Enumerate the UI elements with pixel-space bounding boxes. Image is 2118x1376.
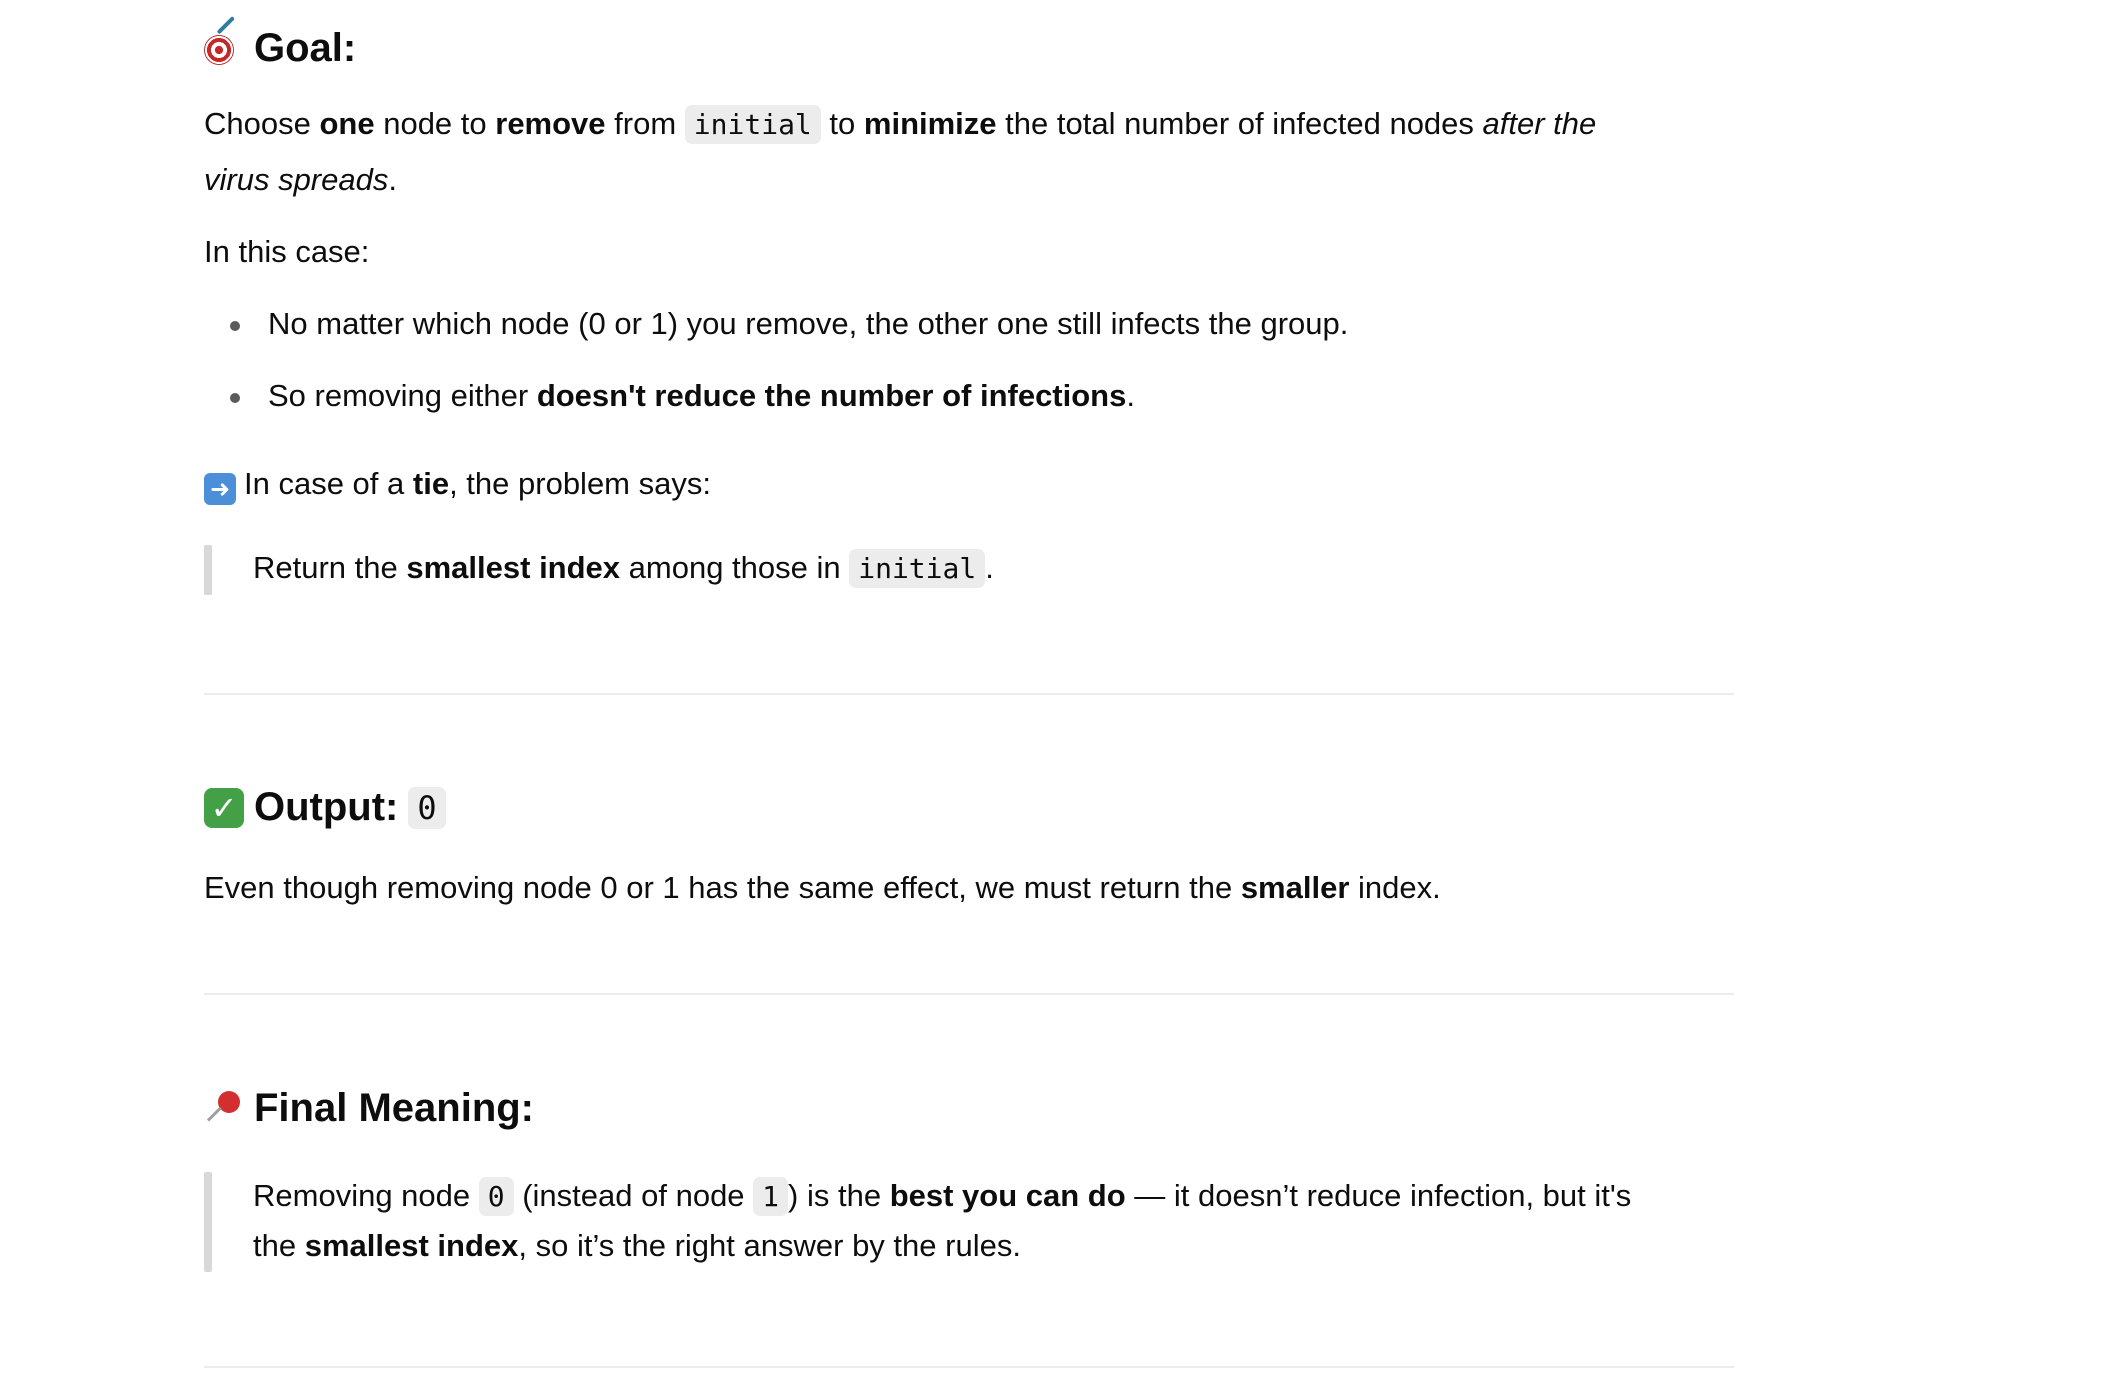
- list-item: So removing either doesn't reduce the nu…: [204, 368, 1734, 423]
- divider: [204, 993, 1734, 995]
- final-quote-line-1: Removing node 0 (instead of node 1) is t…: [253, 1170, 1631, 1223]
- output-value: 0: [408, 786, 446, 829]
- check-mark-icon: ✓: [204, 787, 244, 828]
- goal-paragraph-line-1: Choose one node to remove from initial t…: [204, 96, 1734, 152]
- list-item: No matter which node (0 or 1) you remove…: [204, 296, 1734, 351]
- blockquote-bar: [204, 545, 212, 595]
- tie-note: ➜ In case of a tie, the problem says:: [204, 456, 1734, 511]
- document: Goal: Choose one node to remove from ini…: [0, 0, 2118, 1376]
- divider: [204, 1366, 1734, 1368]
- inline-code: initial: [849, 549, 986, 588]
- blockquote: Removing node 0 (instead of node 1) is t…: [204, 1170, 1734, 1272]
- final-meaning-heading: Final Meaning:: [204, 1086, 1734, 1131]
- output-description: Even though removing node 0 or 1 has the…: [204, 870, 1441, 905]
- inline-code: 0: [478, 1177, 514, 1216]
- inline-code: initial: [684, 105, 821, 144]
- output-title: Output:: [254, 785, 399, 829]
- blockquote-bar: [204, 1172, 212, 1272]
- blockquote: Return the smallest index among those in…: [204, 540, 1734, 596]
- goal-paragraph-line-2: virus spreads.: [204, 162, 397, 197]
- right-arrow-icon: ➜: [204, 473, 236, 505]
- case-intro: In this case:: [204, 234, 370, 269]
- divider: [204, 693, 1734, 695]
- dart-target-icon: [204, 15, 244, 69]
- goal-heading: Goal:: [204, 15, 1734, 71]
- bullet-dot: [230, 321, 240, 331]
- inline-code: 1: [753, 1177, 789, 1216]
- final-meaning-title: Final Meaning:: [254, 1086, 534, 1130]
- goal-title: Goal:: [254, 26, 357, 70]
- pushpin-icon: [204, 1089, 244, 1129]
- bullet-dot: [230, 393, 240, 403]
- output-heading: ✓ Output: 0: [204, 785, 1734, 830]
- final-quote-line-2: the smallest index, so it’s the right an…: [253, 1228, 1021, 1263]
